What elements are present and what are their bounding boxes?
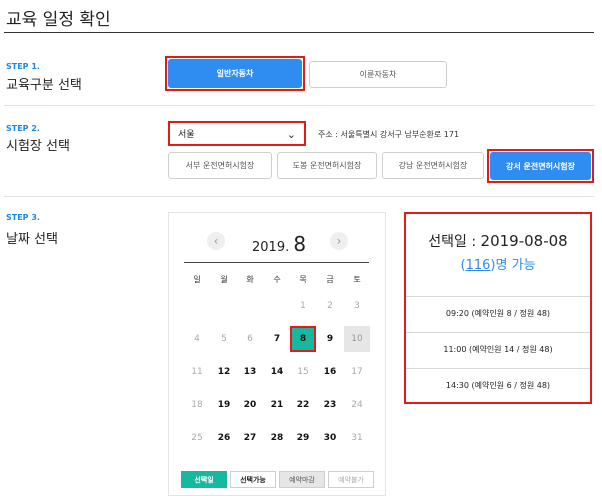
step3-title: 날짜 선택	[6, 232, 58, 247]
weekday-header: 토	[353, 275, 361, 284]
weekday-header: 월	[220, 275, 228, 284]
selected-date-label: 선택일 :	[428, 234, 477, 250]
time-slot[interactable]: 11:00 (예약인원 14 / 정원 48)	[406, 332, 590, 366]
legend-available: 선택가능	[230, 471, 276, 488]
calendar-day[interactable]: 26	[211, 425, 237, 451]
calendar-day: 15	[297, 367, 309, 377]
center-dobong-button[interactable]: 도봉 운전면허시험장	[277, 152, 377, 179]
highlight-frame	[165, 56, 305, 91]
time-slot[interactable]: 09:20 (예약인원 8 / 정원 48)	[406, 296, 590, 330]
legend-unavailable: 예약불가	[328, 471, 374, 488]
calendar-month-heading: 2019. 8	[252, 232, 306, 256]
calendar-day: 10	[344, 326, 370, 352]
calendar-year: 2019.	[252, 240, 290, 255]
weekday-header: 수	[273, 275, 281, 284]
calendar-day: 17	[351, 367, 363, 377]
calendar-day: 31	[351, 433, 363, 443]
time-slot[interactable]: 14:30 (예약인원 6 / 정원 48)	[406, 368, 590, 402]
calendar-day: 5	[221, 334, 227, 344]
prev-month-icon[interactable]: ‹	[207, 232, 225, 250]
weekday-header: 화	[246, 275, 254, 284]
count-value: 116	[465, 258, 491, 273]
calendar-day: 4	[194, 334, 200, 344]
title-divider	[4, 32, 594, 33]
calendar-day[interactable]: 8	[290, 326, 316, 352]
calendar-month: 8	[293, 232, 307, 256]
region-select[interactable]: 서울 ⌄	[168, 121, 306, 146]
selected-date-line: 선택일 : 2019-08-08	[404, 231, 592, 251]
region-select-value: 서울	[178, 130, 195, 140]
highlight-frame	[487, 149, 594, 183]
calendar-day[interactable]: 7	[264, 326, 290, 352]
calendar-day: 2	[327, 301, 333, 311]
address-text: 주소 : 서울특별시 강서구 남부순환로 171	[318, 130, 460, 139]
section-divider	[4, 196, 594, 197]
calendar-day[interactable]: 29	[290, 425, 316, 451]
option-motorcycle-button[interactable]: 이륜자동차	[309, 61, 447, 88]
center-seobu-button[interactable]: 서부 운전면허시험장	[168, 152, 272, 179]
step2-title: 시험장 선택	[6, 139, 70, 154]
page-title: 교육 일정 확인	[6, 10, 111, 30]
availability-count: (116)명 가능	[404, 254, 592, 273]
calendar-day[interactable]: 14	[264, 359, 290, 385]
weekday-header: 목	[299, 275, 307, 284]
weekday-header: 금	[326, 275, 334, 284]
calendar-day[interactable]: 9	[317, 326, 343, 352]
calendar-day[interactable]: 20	[237, 392, 263, 418]
selected-date-value: 2019-08-08	[480, 232, 568, 250]
calendar-day: 3	[354, 301, 360, 311]
calendar-day[interactable]: 27	[237, 425, 263, 451]
calendar-day[interactable]: 21	[264, 392, 290, 418]
calendar-day[interactable]: 16	[317, 359, 343, 385]
calendar-day[interactable]: 13	[237, 359, 263, 385]
step1-label: STEP 1.	[6, 62, 40, 71]
calendar-day[interactable]: 30	[317, 425, 343, 451]
calendar-day: 6	[247, 334, 253, 344]
legend-selected: 선택일	[181, 471, 227, 488]
calendar-day: 25	[191, 433, 203, 443]
legend-closed: 예약마감	[279, 471, 325, 488]
calendar-day: 11	[191, 367, 203, 377]
step2-label: STEP 2.	[6, 124, 40, 133]
calendar-day[interactable]: 22	[290, 392, 316, 418]
count-suffix: )명 가능	[490, 258, 536, 273]
calendar-day[interactable]: 23	[317, 392, 343, 418]
chevron-down-icon: ⌄	[286, 128, 296, 141]
next-month-icon[interactable]: ›	[330, 232, 348, 250]
calendar-day[interactable]: 12	[211, 359, 237, 385]
calendar-day[interactable]: 19	[211, 392, 237, 418]
calendar-day: 1	[300, 301, 306, 311]
calendar-day[interactable]: 28	[264, 425, 290, 451]
calendar-day: 24	[351, 400, 363, 410]
calendar-day: 18	[191, 400, 203, 410]
section-divider	[4, 105, 594, 106]
step3-label: STEP 3.	[6, 213, 40, 222]
weekday-header: 일	[193, 275, 201, 284]
center-gangnam-button[interactable]: 강남 운전면허시험장	[382, 152, 484, 179]
step1-title: 교육구분 선택	[6, 78, 82, 93]
calendar-divider	[184, 262, 369, 263]
